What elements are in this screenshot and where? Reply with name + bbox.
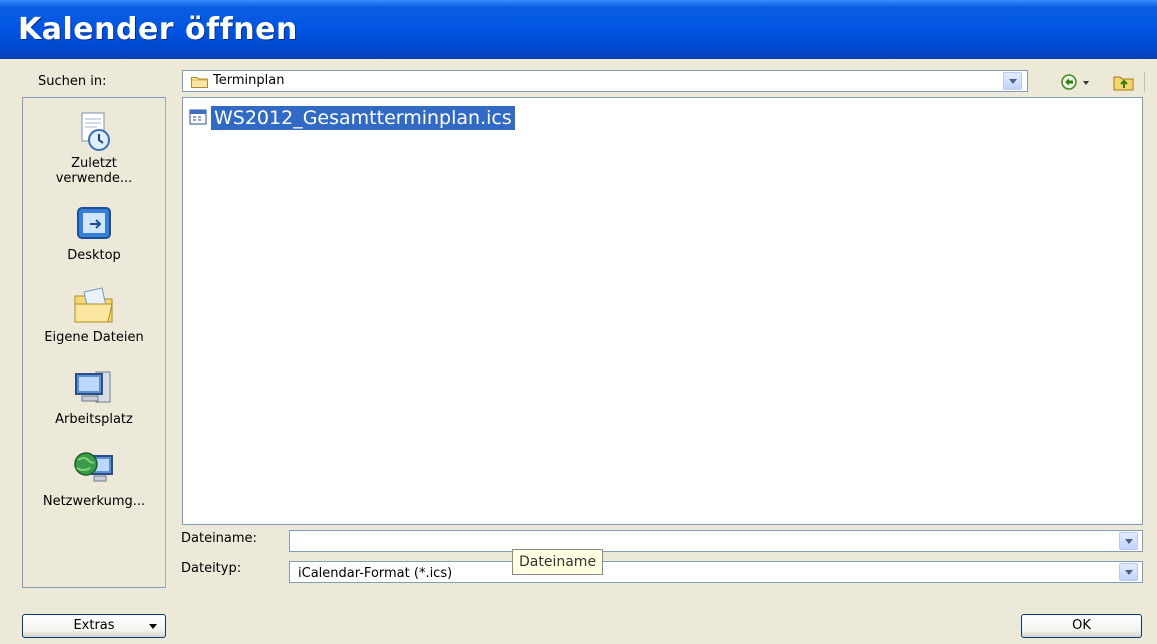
back-arrow-icon — [1061, 74, 1089, 90]
filetype-dropdown-button[interactable] — [1119, 563, 1138, 581]
title-bar: Kalender öffnen — [0, 0, 1157, 59]
back-button[interactable] — [1060, 72, 1094, 92]
place-desktop[interactable]: Desktop — [23, 202, 165, 263]
place-network[interactable]: Netzwerkumg... — [23, 448, 165, 509]
up-folder-icon — [1113, 76, 1134, 91]
filename-label: Dateiname: — [181, 531, 257, 546]
place-my-documents[interactable]: Eigene Dateien — [23, 284, 165, 345]
extras-button[interactable]: Extras — [22, 614, 166, 638]
toolbar-separator — [1144, 72, 1145, 92]
network-places-icon — [74, 452, 113, 482]
places-bar: Zuletzt verwende... Desktop Eigene Datei… — [22, 97, 166, 588]
place-desktop-label: Desktop — [67, 248, 121, 263]
filename-input[interactable] — [289, 530, 1143, 552]
filename-dropdown-button[interactable] — [1119, 532, 1138, 550]
lookin-dropdown-button[interactable] — [1003, 72, 1022, 90]
filetype-select[interactable]: iCalendar-Format (*.ics) — [289, 561, 1143, 583]
up-folder-button[interactable] — [1112, 72, 1136, 92]
lookin-label: Suchen in: — [38, 74, 107, 89]
tooltip: Dateiname — [512, 549, 604, 575]
desktop-icon — [77, 207, 111, 239]
window-title: Kalender öffnen — [18, 12, 298, 47]
extras-button-label: Extras — [73, 618, 115, 633]
my-computer-icon — [75, 371, 111, 403]
recent-documents-icon — [81, 112, 110, 151]
calendar-file-icon — [189, 109, 207, 125]
place-my-documents-label: Eigene Dateien — [44, 330, 144, 345]
filetype-label: Dateityp: — [181, 561, 242, 576]
place-recent[interactable]: Zuletzt verwende... — [23, 110, 165, 186]
file-item-name: WS2012_Gesamtterminplan.ics — [211, 106, 515, 130]
lookin-combobox[interactable]: Terminplan — [182, 70, 1028, 92]
chevron-down-icon — [149, 624, 157, 629]
place-network-label: Netzwerkumg... — [42, 494, 146, 509]
folder-icon — [191, 77, 208, 88]
place-my-computer-label: Arbeitsplatz — [55, 412, 133, 427]
ok-button[interactable]: OK — [1021, 614, 1142, 638]
filetype-value: iCalendar-Format (*.ics) — [298, 566, 453, 581]
ok-button-label: OK — [1072, 618, 1091, 633]
file-list[interactable]: WS2012_Gesamtterminplan.ics — [182, 97, 1143, 525]
lookin-value: Terminplan — [213, 73, 285, 88]
place-recent-label: Zuletzt verwende... — [55, 156, 133, 186]
my-documents-icon — [74, 287, 113, 323]
place-my-computer[interactable]: Arbeitsplatz — [23, 366, 165, 427]
